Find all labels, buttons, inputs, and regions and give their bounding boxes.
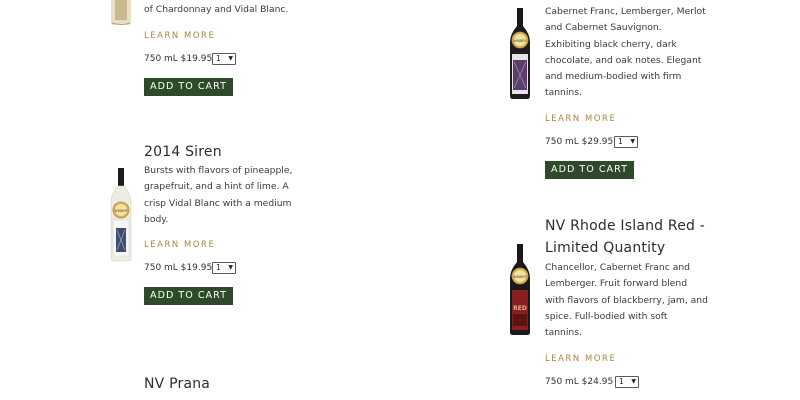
product-card: WINNER 2014 Siren Bursts with flavors of…	[0, 140, 300, 310]
description-line: Bursts with flavors of pineapple,	[144, 165, 293, 176]
quantity-select[interactable]: 1 ▼	[614, 136, 638, 148]
description-line: crisp Vidal Blanc with a medium	[144, 197, 292, 209]
learn-more-link[interactable]: LEARN MORE	[144, 239, 215, 249]
bottle-label-text: RED	[513, 305, 527, 312]
product-card: of Chardonnay and Vidal Blanc. LEARN MOR…	[0, 0, 300, 100]
quantity-select[interactable]: 1 ▼	[212, 262, 236, 274]
product-description: Cabernet Franc, Lemberger, Merlot and Ca…	[545, 4, 706, 102]
quantity-value: 1	[216, 54, 221, 63]
description-line: with flavors of blackberry, jam, and	[545, 294, 708, 306]
product-card: RED WINNER NV Rhode Island Red - Limited…	[400, 214, 800, 400]
description-line: chocolate, and oak notes. Elegant	[545, 54, 702, 66]
award-badge-text: WINNER	[513, 275, 527, 279]
quantity-value: 1	[618, 137, 623, 146]
description-line: Chancellor, Cabernet Franc and	[545, 262, 690, 273]
learn-more-link[interactable]: LEARN MORE	[545, 113, 616, 123]
quantity-value: 1	[619, 377, 624, 386]
product-price: 750 mL $24.95	[545, 377, 614, 387]
product-description: Bursts with flavors of pineapple, grapef…	[144, 163, 292, 228]
description-line: Exhibiting black cherry, dark	[545, 38, 677, 50]
description-line: grapefruit, and a hint of lime. A	[144, 181, 289, 193]
learn-more-link[interactable]: LEARN MORE	[144, 30, 215, 40]
product-description: Chancellor, Cabernet Franc and Lemberger…	[545, 260, 708, 341]
product-title-line: Limited Quantity	[545, 240, 666, 256]
add-to-cart-button[interactable]: ADD TO CART	[144, 287, 233, 305]
product-price: 750 mL $29.95	[545, 137, 614, 147]
chevron-down-icon: ▼	[228, 264, 233, 271]
description-line: Cabernet Franc, Lemberger, Merlot	[545, 6, 706, 17]
chevron-down-icon: ▼	[631, 378, 636, 385]
wine-bottle-image: WINNER	[110, 168, 132, 262]
quantity-select[interactable]: 1 ▼	[212, 53, 236, 65]
chevron-down-icon: ▼	[228, 55, 233, 62]
product-price: 750 mL $19.95	[144, 54, 213, 64]
chevron-down-icon: ▼	[630, 138, 635, 145]
product-card: WINNER Cabernet Franc, Lemberger, Merlot…	[400, 0, 800, 180]
learn-more-link[interactable]: LEARN MORE	[545, 353, 616, 363]
description-line: and Cabernet Sauvignon.	[545, 22, 662, 34]
description-line: Lemberger. Fruit forward blend	[545, 278, 688, 290]
description-line: body.	[144, 213, 169, 225]
add-to-cart-button[interactable]: ADD TO CART	[545, 161, 634, 179]
description-line: tannins.	[545, 87, 582, 99]
product-price: 750 mL $19.95	[144, 263, 213, 273]
award-badge-text: WINNER	[114, 209, 128, 213]
product-title[interactable]: 2014 Siren	[144, 141, 222, 163]
description-line: of Chardonnay and Vidal Blanc.	[144, 4, 289, 15]
product-title-line: NV Rhode Island Red -	[545, 218, 706, 234]
description-line: spice. Full-bodied with soft	[545, 310, 668, 322]
wine-bottle-image	[111, 0, 131, 25]
description-line: tannins.	[545, 327, 582, 339]
product-title[interactable]: NV Rhode Island Red - Limited Quantity	[545, 215, 705, 259]
product-title[interactable]: NV Prana	[144, 373, 210, 395]
quantity-select[interactable]: 1 ▼	[615, 376, 639, 388]
wine-bottle-image: RED WINNER	[510, 244, 530, 335]
quantity-value: 1	[216, 263, 221, 272]
product-card: NV Prana	[0, 372, 300, 400]
product-description: of Chardonnay and Vidal Blanc.	[144, 2, 288, 18]
award-badge-text: WINNER	[513, 39, 527, 43]
wine-bottle-image: WINNER	[510, 8, 530, 99]
description-line: and medium-bodied with firm	[545, 71, 682, 83]
add-to-cart-button[interactable]: ADD TO CART	[144, 78, 233, 96]
